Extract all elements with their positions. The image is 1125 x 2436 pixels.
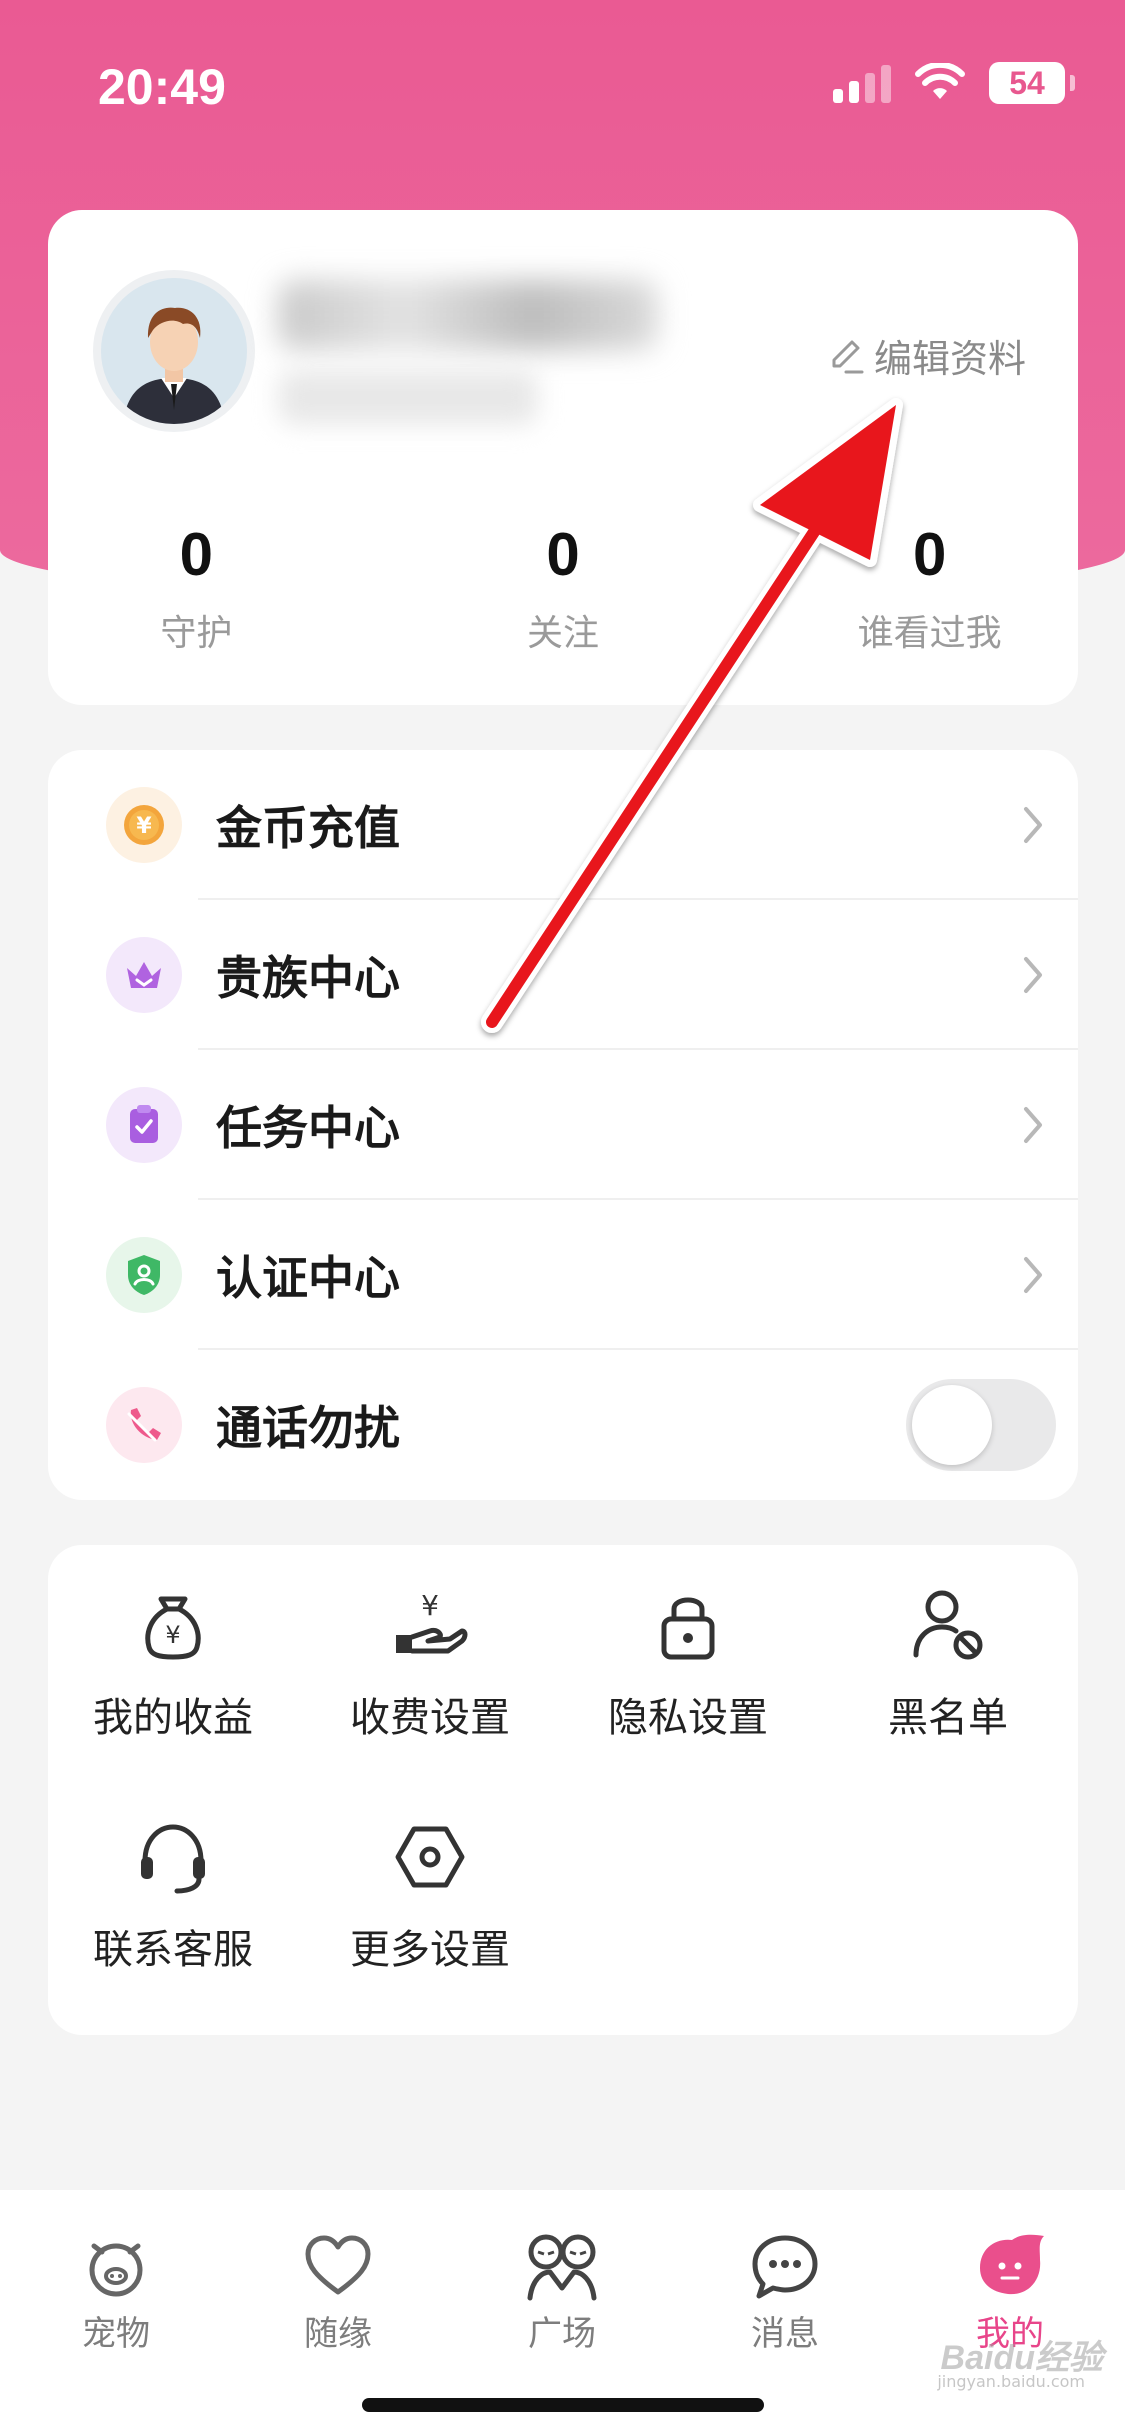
status-time: 20:49 — [98, 59, 226, 115]
watermark-sub: jingyan.baidu.com — [937, 2372, 1085, 2391]
crown-icon — [106, 937, 182, 1013]
cellular-signal-icon — [833, 63, 891, 103]
grid-item-label: 黑名单 — [888, 1695, 1008, 1741]
heart-icon — [305, 2235, 371, 2295]
menu-item-label: 贵族中心 — [216, 951, 400, 1005]
edit-profile-button[interactable]: 编辑资料 — [826, 328, 1026, 383]
grid-item-label: 隐私设置 — [608, 1695, 768, 1741]
grid-item-label: 联系客服 — [93, 1927, 253, 1973]
chevron-right-icon — [1024, 1107, 1042, 1143]
grid-item-label: 收费设置 — [350, 1695, 510, 1741]
grid-item-blacklist[interactable]: 黑名单 — [838, 1585, 1058, 1743]
coin-icon: ¥ — [106, 787, 182, 863]
stat-label: 谁看过我 — [857, 613, 1002, 654]
phone-off-icon — [106, 1387, 182, 1463]
stat-label: 关注 — [527, 613, 600, 654]
grid-item-privacy-settings[interactable]: 隐私设置 — [578, 1585, 798, 1743]
headset-icon — [141, 1824, 205, 1894]
chevron-right-icon — [1024, 807, 1042, 843]
menu-item-do-not-disturb: 通话勿扰 — [48, 1350, 1078, 1500]
clipboard-icon — [106, 1087, 182, 1163]
lock-icon — [661, 1597, 715, 1660]
edit-profile-label: 编辑资料 — [873, 337, 1026, 381]
shield-icon — [106, 1237, 182, 1313]
stat-guard[interactable]: 0 守护 — [48, 520, 415, 656]
stat-value: 0 — [912, 521, 947, 588]
grid-item-more-settings[interactable]: 更多设置 — [320, 1817, 540, 1975]
tab-messages[interactable]: 消息 — [705, 2230, 865, 2355]
tab-label: 广场 — [528, 2314, 596, 2354]
stat-visitors[interactable]: 0 谁看过我 — [711, 520, 1078, 656]
grid-item-my-earnings[interactable]: ¥ 我的收益 — [63, 1585, 283, 1743]
avatar-person-icon — [101, 278, 247, 424]
menu-item-coin-recharge[interactable]: ¥ 金币充值 — [48, 750, 1078, 900]
pig-icon — [89, 2243, 143, 2297]
battery-indicator: 54 — [989, 62, 1075, 104]
chevron-right-icon — [1024, 1257, 1042, 1293]
tab-label: 宠物 — [82, 2314, 150, 2354]
home-indicator — [362, 2398, 764, 2412]
stat-value: 0 — [179, 521, 214, 588]
svg-text:¥: ¥ — [136, 814, 152, 839]
stat-following[interactable]: 0 关注 — [415, 520, 712, 656]
profile-card: 编辑资料 0 守护 0 关注 0 谁看过我 — [48, 210, 1078, 705]
menu-item-label: 金币充值 — [216, 801, 400, 855]
chat-icon — [752, 2235, 818, 2299]
tab-plaza[interactable]: 广场 — [482, 2230, 642, 2355]
avatar[interactable] — [93, 270, 255, 432]
menu-item-noble-center[interactable]: 贵族中心 — [48, 900, 1078, 1050]
username-blurred — [278, 280, 658, 350]
do-not-disturb-toggle[interactable] — [906, 1379, 1056, 1471]
grid-item-label: 我的收益 — [93, 1695, 253, 1741]
wifi-icon — [915, 63, 965, 99]
status-icons: 54 — [833, 62, 1075, 104]
tab-label: 随缘 — [304, 2314, 372, 2354]
profile-blob-icon — [980, 2234, 1044, 2295]
grid-item-contact-support[interactable]: 联系客服 — [63, 1817, 283, 1975]
chevron-right-icon — [1024, 957, 1042, 993]
grid-item-label: 更多设置 — [350, 1927, 510, 1973]
stat-label: 守护 — [160, 613, 233, 654]
tools-grid-card: ¥ 我的收益 ¥ 收费设置 隐私设置 黑名单 联系客服 更多设置 — [48, 1545, 1078, 2035]
menu-item-label: 通话勿扰 — [216, 1401, 400, 1455]
tab-chance[interactable]: 随缘 — [258, 2230, 418, 2355]
pencil-icon — [832, 340, 864, 373]
profile-stats: 0 守护 0 关注 0 谁看过我 — [48, 520, 1078, 656]
user-block-icon — [913, 1590, 983, 1660]
hand-coin-icon: ¥ — [396, 1589, 468, 1654]
menu-card: ¥ 金币充值 贵族中心 任务中心 认证中心 通话勿扰 — [48, 750, 1078, 1500]
menu-item-label: 认证中心 — [216, 1251, 400, 1305]
menu-item-verification-center[interactable]: 认证中心 — [48, 1200, 1078, 1350]
money-bag-icon: ¥ — [145, 1596, 201, 1660]
menu-item-task-center[interactable]: 任务中心 — [48, 1050, 1078, 1200]
svg-text:¥: ¥ — [421, 1589, 439, 1622]
svg-text:¥: ¥ — [165, 1621, 180, 1649]
menu-item-label: 任务中心 — [216, 1101, 400, 1155]
user-id-blurred — [278, 370, 538, 425]
toggle-knob — [912, 1385, 992, 1465]
people-icon — [527, 2234, 597, 2301]
grid-item-fee-settings[interactable]: ¥ 收费设置 — [320, 1585, 540, 1743]
stat-value: 0 — [546, 521, 580, 588]
hexagon-icon — [395, 1826, 465, 1888]
tab-label: 消息 — [751, 2314, 819, 2354]
tab-pets[interactable]: 宠物 — [36, 2230, 196, 2355]
